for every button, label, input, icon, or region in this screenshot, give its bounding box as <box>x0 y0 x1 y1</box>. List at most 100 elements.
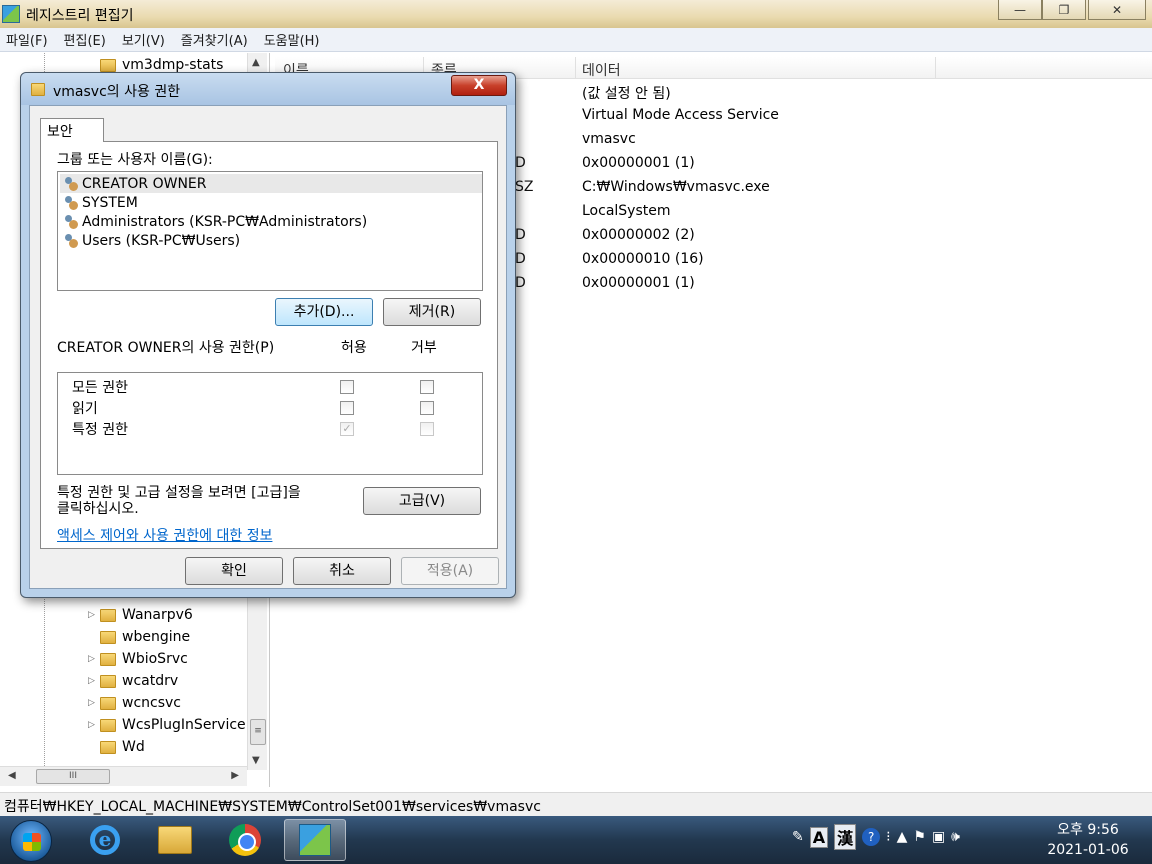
tree-item[interactable]: ▷ Wanarpv6 <box>88 605 193 625</box>
folder-icon <box>100 630 116 644</box>
windows-logo-icon <box>23 833 41 851</box>
value-data: vmasvc <box>582 131 636 147</box>
tree-item-label: WbioSrvc <box>122 651 188 667</box>
ime-options-icon[interactable]: ⁝ <box>886 829 890 845</box>
tree-item[interactable]: ▷ WbioSrvc <box>88 649 188 669</box>
scroll-left-arrow-icon[interactable]: ◀ <box>8 770 16 781</box>
tree-item-label: wcatdrv <box>122 673 179 689</box>
user-name: CREATOR OWNER <box>82 175 207 192</box>
remove-button[interactable]: 제거(R) <box>383 298 481 326</box>
user-list-item[interactable]: Administrators (KSR-PC₩Administrators) <box>60 212 482 231</box>
value-type: D <box>515 251 526 267</box>
deny-checkbox[interactable] <box>420 401 434 415</box>
menu-view[interactable]: 보기(V) <box>122 30 165 49</box>
value-type: D <box>515 227 526 243</box>
taskbar: e ✎ A 漢 ? ⁝ ▲ ⚑ ▣ 🕪 오후 9:56 2021-01-06 <box>0 816 1152 864</box>
action-center-flag-icon[interactable]: ⚑ <box>913 829 926 845</box>
show-hidden-icons[interactable]: ▲ <box>897 829 908 845</box>
permission-name: 모든 권한 <box>72 380 128 396</box>
taskbar-ie[interactable]: e <box>74 819 136 861</box>
folder-icon <box>100 608 116 622</box>
dialog-close-button[interactable]: X <box>451 75 507 96</box>
scroll-up-arrow-icon[interactable]: ▲ <box>252 57 260 68</box>
tree-item-label: Wd <box>122 739 145 755</box>
deny-header: 거부 <box>411 340 437 356</box>
user-name: Users (KSR-PC₩Users) <box>82 232 241 249</box>
allow-checkbox[interactable] <box>340 380 354 394</box>
horizontal-scroll-thumb[interactable]: III <box>36 769 110 784</box>
scroll-down-arrow-icon[interactable]: ▼ <box>252 755 260 766</box>
dialog-body: 보안 그룹 또는 사용자 이름(G): CREATOR OWNER SYSTEM… <box>29 105 507 589</box>
tree-item[interactable]: ▷ wcatdrv <box>88 671 178 691</box>
permissions-label: CREATOR OWNER의 사용 권한(P) <box>57 340 275 356</box>
expand-arrow-icon[interactable]: ▷ <box>88 698 100 708</box>
folder-icon <box>100 740 116 754</box>
user-list-item[interactable]: SYSTEM <box>60 193 482 212</box>
tree-item[interactable]: Wd <box>88 737 145 757</box>
clock-date: 2021-01-06 <box>1047 842 1129 858</box>
users-group-icon <box>64 176 78 191</box>
menu-help[interactable]: 도움말(H) <box>264 30 320 49</box>
regedit-app-icon <box>2 5 20 23</box>
dialog-title-bar[interactable]: vmasvc의 사용 권한 X <box>21 73 515 105</box>
window-title: 레지스트리 편집기 <box>26 8 134 24</box>
permissions-list: 모든 권한 읽기 특정 권한 ✓ <box>57 372 483 475</box>
network-icon[interactable]: ▣ <box>932 829 945 845</box>
tree-horizontal-scrollbar[interactable]: ◀ III ▶ <box>0 766 247 786</box>
user-list-item[interactable]: CREATOR OWNER <box>60 174 482 193</box>
advanced-button[interactable]: 고급(V) <box>363 487 481 515</box>
menu-bar: 파일(F) 편집(E) 보기(V) 즐겨찾기(A) 도움말(H) <box>0 28 1152 52</box>
scroll-right-arrow-icon[interactable]: ▶ <box>231 770 239 781</box>
system-tray: ✎ A 漢 ? ⁝ ▲ ⚑ ▣ 🕪 <box>792 824 960 850</box>
chrome-icon <box>229 824 261 856</box>
tree-item-label: wcncsvc <box>122 695 181 711</box>
dialog-title: vmasvc의 사용 권한 <box>53 84 181 100</box>
taskbar-explorer[interactable] <box>144 819 206 861</box>
security-tab-panel: 그룹 또는 사용자 이름(G): CREATOR OWNER SYSTEM Ad… <box>40 141 498 549</box>
tree-item[interactable]: ▷ WcsPlugInService <box>88 715 246 735</box>
allow-checkbox-checked: ✓ <box>340 422 354 436</box>
ime-help-icon[interactable]: ? <box>862 828 881 846</box>
help-link[interactable]: 액세스 제어와 사용 권한에 대한 정보 <box>57 525 272 545</box>
expand-arrow-icon[interactable]: ▷ <box>88 610 100 620</box>
maximize-button[interactable]: ❐ <box>1042 0 1086 20</box>
start-button[interactable] <box>10 820 52 862</box>
allow-checkbox[interactable] <box>340 401 354 415</box>
permission-name: 특정 권한 <box>72 422 128 438</box>
taskbar-clock[interactable]: 오후 9:56 2021-01-06 <box>1042 820 1134 860</box>
volume-icon[interactable]: 🕪 <box>951 829 960 845</box>
menu-favorites[interactable]: 즐겨찾기(A) <box>181 30 248 49</box>
column-data-header[interactable]: 데이터 <box>582 60 621 80</box>
tree-item[interactable]: wbengine <box>88 627 190 647</box>
expand-arrow-icon[interactable]: ▷ <box>88 720 100 730</box>
folder-icon <box>100 58 116 72</box>
menu-edit[interactable]: 편집(E) <box>64 30 106 49</box>
menu-file[interactable]: 파일(F) <box>6 30 48 49</box>
minimize-button[interactable]: — <box>998 0 1042 20</box>
taskbar-regedit[interactable] <box>284 819 346 861</box>
expand-arrow-icon[interactable]: ▷ <box>88 654 100 664</box>
tab-security[interactable]: 보안 <box>40 118 104 142</box>
tree-item-label: wbengine <box>122 629 191 645</box>
internet-explorer-icon: e <box>90 825 120 855</box>
user-list-item[interactable]: Users (KSR-PC₩Users) <box>60 231 482 250</box>
add-button[interactable]: 추가(D)... <box>275 298 373 326</box>
folder-icon <box>100 674 116 688</box>
permission-name: 읽기 <box>72 401 98 417</box>
value-type: D <box>515 155 526 171</box>
ime-hanja-icon[interactable]: 漢 <box>834 824 857 850</box>
taskbar-chrome[interactable] <box>214 819 276 861</box>
cancel-button[interactable]: 취소 <box>293 557 391 585</box>
language-bar-icon[interactable]: ✎ <box>792 829 804 845</box>
expand-arrow-icon[interactable]: ▷ <box>88 676 100 686</box>
deny-checkbox[interactable] <box>420 380 434 394</box>
tree-item[interactable]: ▷ wcncsvc <box>88 693 181 713</box>
scroll-thumb[interactable]: ≡ <box>250 719 266 745</box>
ime-mode-icon[interactable]: A <box>809 826 829 848</box>
users-list[interactable]: CREATOR OWNER SYSTEM Administrators (KSR… <box>57 171 483 291</box>
ok-button[interactable]: 확인 <box>185 557 283 585</box>
tree-item-label: vm3dmp-stats <box>122 57 224 73</box>
close-button[interactable]: ✕ <box>1088 0 1146 20</box>
value-data: 0x00000001 (1) <box>582 155 695 171</box>
status-bar: 컴퓨터₩HKEY_LOCAL_MACHINE₩SYSTEM₩ControlSet… <box>0 792 1152 816</box>
